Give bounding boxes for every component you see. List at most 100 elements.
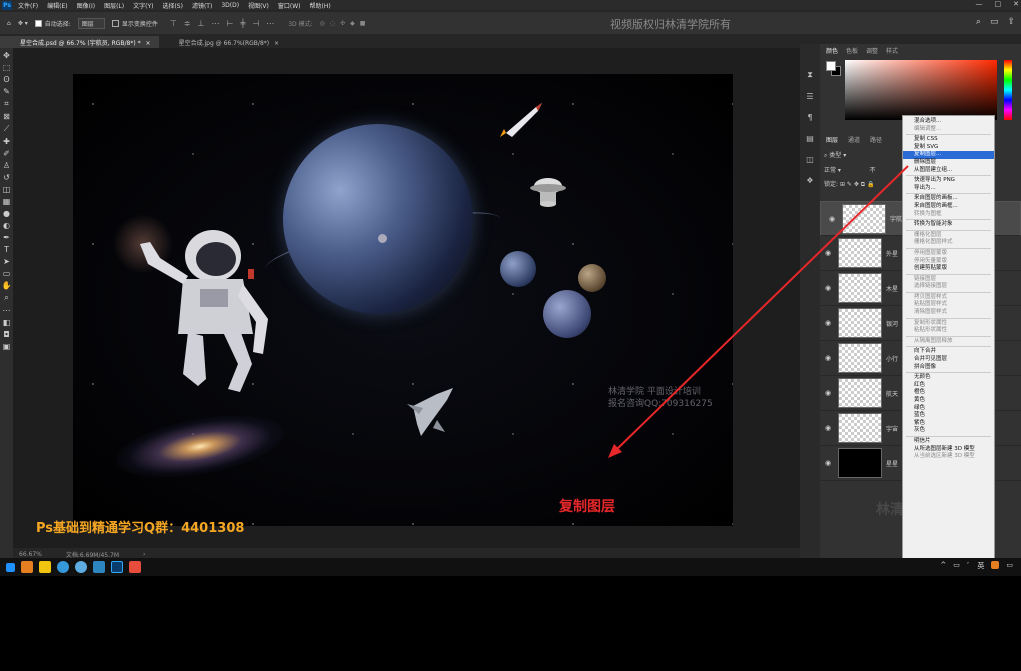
folder-icon[interactable] xyxy=(39,561,51,573)
align-top-icon[interactable]: ⊤ xyxy=(170,19,177,28)
input-method-indicator[interactable]: 英 xyxy=(977,561,984,571)
hue-slider[interactable] xyxy=(1004,60,1012,120)
context-menu-item[interactable]: 无颜色 xyxy=(903,374,994,382)
transform-controls-checkbox[interactable] xyxy=(111,19,119,27)
styles-panel-icon[interactable]: ❖ xyxy=(806,176,813,185)
context-menu-item[interactable]: 黄色 xyxy=(903,397,994,405)
align-bottom-icon[interactable]: ⊥ xyxy=(198,19,205,28)
shape-tool[interactable]: ▭ xyxy=(3,269,11,278)
context-menu-item[interactable]: 从图层建立组... xyxy=(903,167,994,175)
align-center-icon[interactable]: ╪ xyxy=(240,19,245,28)
brush-tool[interactable]: ✐ xyxy=(3,149,10,158)
lock-icons[interactable]: ⊞ ✎ ✥ ⧉ 🔒 xyxy=(840,181,874,188)
context-menu-item[interactable]: 明信片 xyxy=(903,438,994,446)
lasso-tool[interactable]: ʘ xyxy=(3,75,9,84)
context-menu-item[interactable]: 转换为智能对象 xyxy=(903,221,994,229)
context-menu-item[interactable]: 拼合图像 xyxy=(903,364,994,372)
path-select-tool[interactable]: ➤ xyxy=(3,257,10,266)
maximize-button[interactable]: □ xyxy=(995,0,1002,8)
visibility-eye-icon[interactable]: ◉ xyxy=(820,319,836,327)
pan-3d-icon[interactable]: ✣ xyxy=(340,20,345,27)
color-picker-field[interactable] xyxy=(845,60,997,120)
healing-tool[interactable]: ✚ xyxy=(3,137,10,146)
history-panel-icon[interactable]: ⧗ xyxy=(807,70,813,80)
browser-icon[interactable] xyxy=(57,561,69,573)
screen-mode-icon[interactable]: ▣ xyxy=(3,342,11,351)
tab-jpg[interactable]: 星空合成.jpg @ 66.7%(RGB/8*) × xyxy=(159,36,287,48)
visibility-eye-icon[interactable]: ◉ xyxy=(820,249,836,257)
search-icon[interactable]: ⌕ xyxy=(976,17,981,27)
paragraph-panel-icon[interactable]: ¶ xyxy=(807,113,812,122)
menu-type[interactable]: 文字(Y) xyxy=(133,1,153,10)
hand-tool[interactable]: ✋ xyxy=(2,281,12,290)
layer-filter[interactable]: ⌕ 类型 ▾ xyxy=(824,150,876,160)
menu-file[interactable]: 文件(F) xyxy=(18,1,38,10)
menu-3d[interactable]: 3D(D) xyxy=(221,2,239,9)
properties-panel-icon[interactable]: ☰ xyxy=(806,92,813,101)
orbit-3d-icon[interactable]: ◎ xyxy=(320,20,325,27)
menu-edit[interactable]: 编辑(E) xyxy=(47,1,67,10)
start-icon[interactable] xyxy=(6,562,15,572)
workspace-icon[interactable]: ▭ xyxy=(990,17,999,27)
dodge-tool[interactable]: ◐ xyxy=(3,221,10,230)
media-icon[interactable] xyxy=(129,561,141,573)
menu-view[interactable]: 视图(V) xyxy=(248,1,269,10)
align-middle-icon[interactable]: ≑ xyxy=(184,19,191,28)
tab-layers[interactable]: 图层 xyxy=(826,135,838,144)
context-menu-item[interactable]: 复制 CSS xyxy=(903,136,994,144)
align-left-icon[interactable]: ⊢ xyxy=(226,19,233,28)
transform-controls-option[interactable]: 显示变换控件 xyxy=(111,19,158,28)
context-menu-item[interactable]: 创建剪贴蒙版 xyxy=(903,265,994,273)
visibility-eye-icon[interactable]: ◉ xyxy=(820,459,836,467)
notification-icon[interactable]: ▭ xyxy=(1006,561,1013,571)
app-icon[interactable] xyxy=(93,561,105,573)
slide-3d-icon[interactable]: ◆ xyxy=(350,20,355,27)
move-tool[interactable]: ✥ xyxy=(3,51,10,60)
taskbar-app-icon[interactable] xyxy=(21,561,33,573)
context-menu-item[interactable]: 混合选项... xyxy=(903,118,994,126)
quick-mask-icon[interactable]: ◘ xyxy=(3,330,9,339)
visibility-eye-icon[interactable]: ◉ xyxy=(820,389,836,397)
menu-window[interactable]: 窗口(W) xyxy=(278,1,301,10)
share-icon[interactable]: ⇪ xyxy=(1007,17,1015,27)
history-brush-tool[interactable]: ↺ xyxy=(3,173,10,182)
tab-psd[interactable]: 星空合成.psd @ 66.7% (宇航员, RGB/8*) * × xyxy=(0,36,159,48)
document-canvas[interactable]: 林清学院 平面设计培训 报名咨询QQ:709316275 复制图层 xyxy=(73,74,733,526)
minimize-button[interactable]: — xyxy=(976,0,983,8)
tab-swatches[interactable]: 色板 xyxy=(846,46,858,55)
gradient-tool[interactable]: ▦ xyxy=(3,197,11,206)
tab-channels[interactable]: 通道 xyxy=(848,135,860,144)
color-swatches-icon[interactable]: ◧ xyxy=(3,318,11,327)
crop-tool[interactable]: ⌗ xyxy=(4,99,9,109)
status-arrow-icon[interactable]: › xyxy=(143,551,145,558)
eyedropper-tool[interactable]: ⟋ xyxy=(4,124,10,134)
close-button[interactable]: ✕ xyxy=(1013,0,1019,8)
tray-app-icon[interactable] xyxy=(991,561,1000,569)
visibility-eye-icon[interactable]: ◉ xyxy=(820,284,836,292)
context-menu-item[interactable]: 删除图层 xyxy=(903,159,994,167)
auto-select-option[interactable]: 自动选择: xyxy=(34,19,71,28)
more-options-icon[interactable]: ⋯ xyxy=(266,19,274,28)
type-tool[interactable]: T xyxy=(4,245,9,254)
adjustments-panel-icon[interactable]: ◫ xyxy=(806,155,814,164)
eraser-tool[interactable]: ◫ xyxy=(3,185,11,194)
menu-image[interactable]: 图像(I) xyxy=(77,1,95,10)
blur-tool[interactable]: ● xyxy=(3,209,10,218)
stamp-tool[interactable]: ♙ xyxy=(3,161,10,170)
menu-help[interactable]: 帮助(H) xyxy=(310,1,331,10)
align-right-icon[interactable]: ⊣ xyxy=(252,19,259,28)
tray-display-icon[interactable]: ▭ xyxy=(953,561,960,571)
context-menu-item[interactable]: 快速导出为 PNG xyxy=(903,177,994,185)
context-menu-item[interactable]: 橙色 xyxy=(903,389,994,397)
zoom-level[interactable]: 66.67% xyxy=(19,551,42,558)
more-tools-icon[interactable]: ⋯ xyxy=(3,306,11,315)
visibility-eye-icon[interactable]: ◉ xyxy=(820,354,836,362)
move-tool-icon[interactable]: ✥ ▾ xyxy=(18,20,28,27)
context-menu-item[interactable]: 蓝色 xyxy=(903,412,994,420)
tray-volume-icon[interactable]: ﾞ xyxy=(967,561,971,571)
distribute-icon[interactable]: ⋯ xyxy=(211,19,219,28)
camera-3d-icon[interactable]: ■ xyxy=(360,20,366,27)
quick-select-tool[interactable]: ✎ xyxy=(3,87,10,96)
auto-select-dropdown[interactable]: 图层 xyxy=(77,17,105,29)
visibility-eye-icon[interactable]: ◉ xyxy=(824,215,840,223)
